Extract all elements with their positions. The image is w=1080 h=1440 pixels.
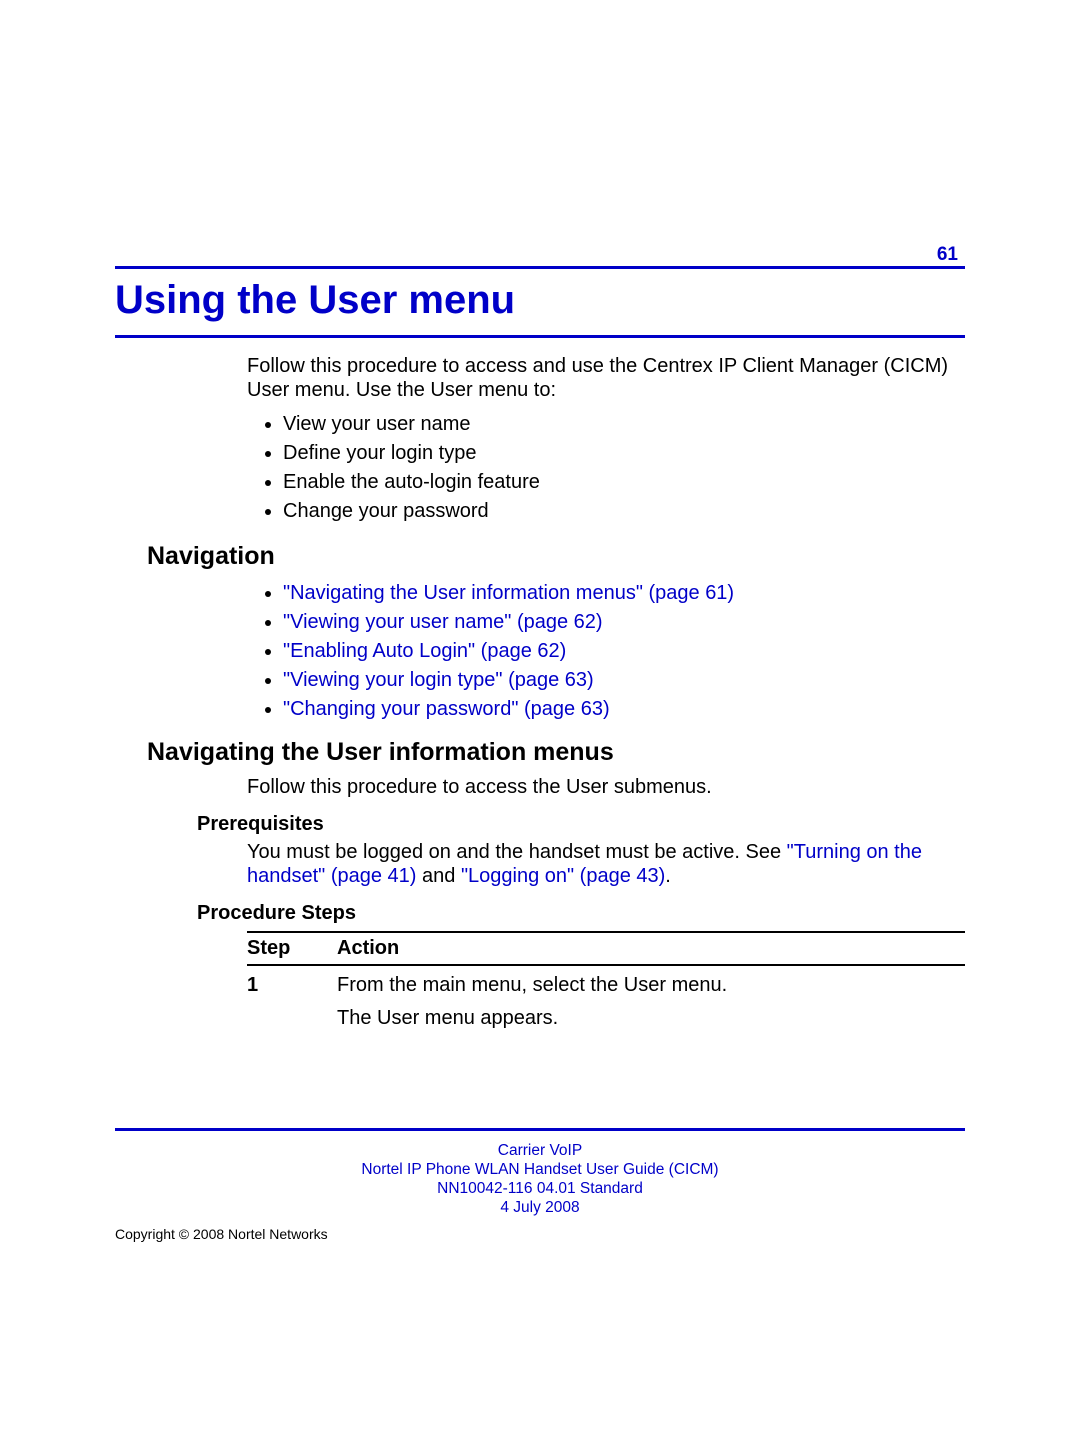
page-number: 61 — [937, 244, 958, 266]
list-item: Change your password — [283, 497, 965, 526]
nav-link[interactable]: "Navigating the User information menus" … — [283, 582, 734, 604]
action-text: The User menu appears. — [337, 1007, 965, 1030]
action-text: From the main menu, select the User menu… — [337, 974, 965, 997]
footer: Carrier VoIP Nortel IP Phone WLAN Handse… — [115, 1141, 965, 1217]
footer-rule — [115, 1128, 965, 1131]
nav-link[interactable]: "Viewing your user name" (page 62) — [283, 611, 603, 633]
prereq-text: and — [416, 865, 460, 887]
document-page: 61 Using the User menu Follow this proce… — [0, 0, 1080, 1440]
step-number: 1 — [247, 965, 337, 1040]
navigation-heading: Navigation — [147, 542, 965, 571]
table-row: 1 From the main menu, select the User me… — [247, 965, 965, 1040]
page-title: Using the User menu — [115, 278, 515, 323]
intro-paragraph: Follow this procedure to access and use … — [247, 354, 965, 402]
list-item: "Navigating the User information menus" … — [283, 579, 965, 608]
prereq-text: You must be logged on and the handset mu… — [247, 841, 787, 863]
action-cell: From the main menu, select the User menu… — [337, 965, 965, 1040]
list-item: View your user name — [283, 410, 965, 439]
title-underline — [115, 335, 965, 338]
list-item: Enable the auto-login feature — [283, 468, 965, 497]
footer-line: Carrier VoIP — [115, 1141, 965, 1160]
list-item: "Viewing your login type" (page 63) — [283, 666, 965, 695]
step-header: Step — [247, 932, 337, 965]
nav-link[interactable]: "Viewing your login type" (page 63) — [283, 669, 594, 691]
footer-line: 4 July 2008 — [115, 1198, 965, 1217]
action-header: Action — [337, 932, 965, 965]
nav-link[interactable]: "Enabling Auto Login" (page 62) — [283, 640, 566, 662]
navigating-body: Follow this procedure to access the User… — [247, 775, 965, 799]
table-header-row: Step Action — [247, 932, 965, 965]
list-item: Define your login type — [283, 439, 965, 468]
procedure-steps-heading: Procedure Steps — [197, 902, 965, 925]
list-item: "Viewing your user name" (page 62) — [283, 608, 965, 637]
nav-link[interactable]: "Changing your password" (page 63) — [283, 698, 610, 720]
prereq-link[interactable]: "Logging on" (page 43) — [461, 865, 665, 887]
list-item: "Changing your password" (page 63) — [283, 695, 965, 724]
footer-line: NN10042-116 04.01 Standard — [115, 1179, 965, 1198]
content-area: Follow this procedure to access and use … — [115, 354, 965, 1040]
navigation-link-list: "Navigating the User information menus" … — [247, 579, 965, 724]
copyright: Copyright © 2008 Nortel Networks — [115, 1226, 328, 1242]
procedure-table: Step Action 1 From the main menu, select… — [247, 931, 965, 1040]
prerequisites-heading: Prerequisites — [197, 813, 965, 836]
prereq-text: . — [665, 865, 671, 887]
prerequisites-paragraph: You must be logged on and the handset mu… — [247, 840, 965, 888]
footer-line: Nortel IP Phone WLAN Handset User Guide … — [115, 1160, 965, 1179]
list-item: "Enabling Auto Login" (page 62) — [283, 637, 965, 666]
navigating-heading: Navigating the User information menus — [147, 738, 965, 767]
top-rule — [115, 266, 965, 269]
intro-bullet-list: View your user name Define your login ty… — [247, 410, 965, 526]
